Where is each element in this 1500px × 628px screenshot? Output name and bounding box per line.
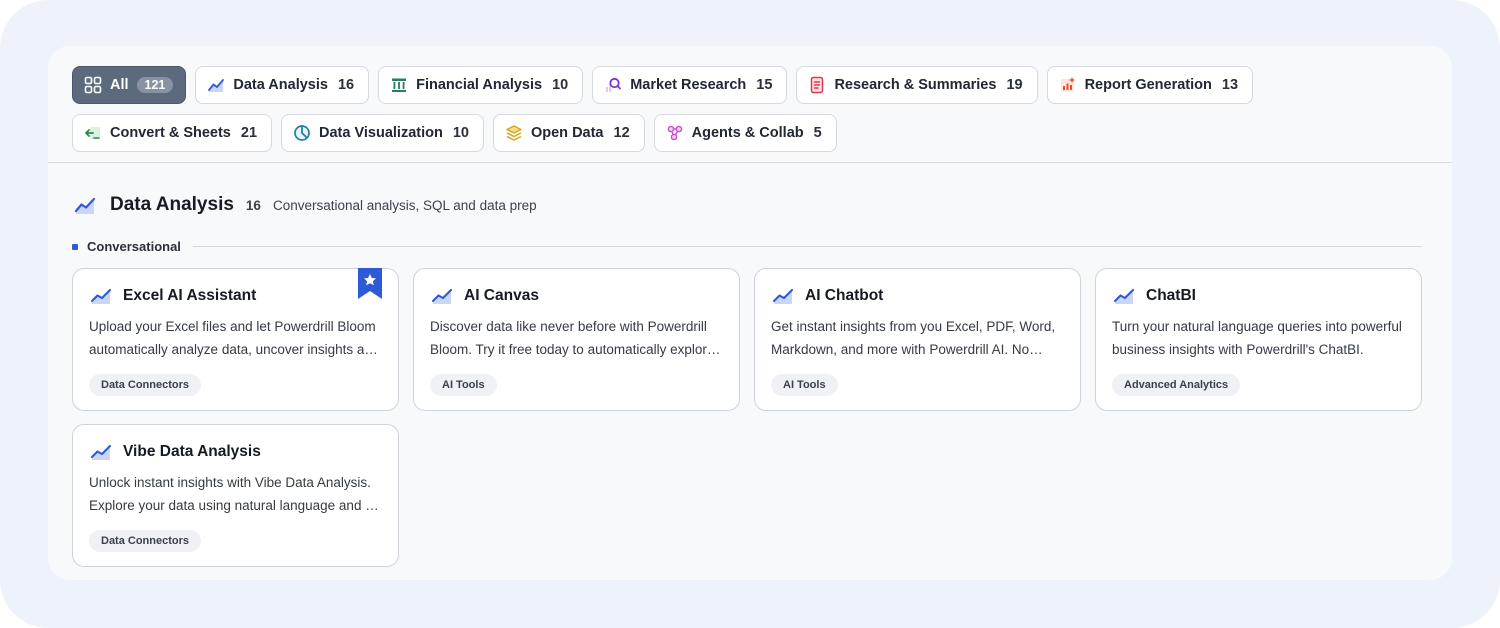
card-header: AI Canvas xyxy=(431,287,539,305)
page-background: All 121 Data Analysis 16 Financial Analy… xyxy=(0,0,1500,628)
trend-chart-icon xyxy=(431,288,453,304)
filter-count: 16 xyxy=(337,77,355,93)
filter-count: 5 xyxy=(813,125,822,141)
card-title: Vibe Data Analysis xyxy=(123,443,261,460)
template-card[interactable]: AI Chatbot Get instant insights from you… xyxy=(754,268,1081,411)
filter-chip-convert-sheets[interactable]: Convert & Sheets 21 xyxy=(72,114,273,152)
filter-count: 121 xyxy=(136,77,174,93)
stack-icon xyxy=(506,125,522,141)
filter-count: 15 xyxy=(756,77,773,93)
card-title: AI Chatbot xyxy=(805,287,884,304)
filter-row-2: Convert & Sheets 21 Data Visualization 1… xyxy=(72,114,1432,152)
filters-divider xyxy=(48,162,1452,163)
filter-chip-open-data[interactable]: Open Data 12 xyxy=(492,114,645,152)
template-card[interactable]: Excel AI Assistant Upload your Excel fil… xyxy=(72,268,399,411)
report-chart-icon xyxy=(1060,77,1075,92)
section-title: Data Analysis xyxy=(110,194,234,215)
filter-label: Research & Summaries xyxy=(834,77,997,93)
section-count: 16 xyxy=(245,197,261,213)
filter-count: 10 xyxy=(452,125,469,141)
templates-panel: All 121 Data Analysis 16 Financial Analy… xyxy=(48,46,1452,580)
trend-chart-icon xyxy=(90,288,112,304)
section-description: Conversational analysis, SQL and data pr… xyxy=(272,197,537,213)
card-description: Upload your Excel files and let Powerdri… xyxy=(89,319,380,357)
filter-label: All xyxy=(110,77,129,93)
card-description: Discover data like never before with Pow… xyxy=(430,319,715,357)
document-icon xyxy=(811,76,824,94)
network-icon xyxy=(667,125,682,141)
filter-label: Convert & Sheets xyxy=(110,125,231,141)
filter-label: Market Research xyxy=(630,77,747,93)
card-tag: AI Tools xyxy=(430,374,497,396)
card-tag: Advanced Analytics xyxy=(1112,374,1241,396)
card-header: ChatBI xyxy=(1113,287,1196,305)
card-description: Unlock instant insights with Vibe Data A… xyxy=(89,475,384,513)
card-title: Excel AI Assistant xyxy=(123,287,257,304)
pie-icon xyxy=(294,125,310,141)
filter-label: Data Visualization xyxy=(319,125,443,141)
convert-icon xyxy=(85,127,100,139)
filter-count: 10 xyxy=(552,77,569,93)
card-tag: Data Connectors xyxy=(89,374,202,396)
filter-count: 19 xyxy=(1006,77,1023,93)
card-tag: AI Tools xyxy=(771,374,838,396)
filter-chip-report-generation[interactable]: Report Generation 13 xyxy=(1046,66,1254,104)
filter-chip-market-research[interactable]: Market Research 15 xyxy=(592,66,788,104)
filter-label: Open Data xyxy=(530,125,604,141)
trend-chart-icon xyxy=(208,79,225,92)
card-title: AI Canvas xyxy=(464,287,539,304)
template-card[interactable]: Vibe Data Analysis Unlock instant insigh… xyxy=(72,424,399,567)
filter-count: 12 xyxy=(613,125,630,141)
trend-chart-icon xyxy=(90,444,112,460)
trend-chart-icon xyxy=(74,197,96,214)
template-card[interactable]: ChatBI Turn your natural language querie… xyxy=(1095,268,1422,411)
filter-chip-research-summaries[interactable]: Research & Summaries 19 xyxy=(796,66,1038,104)
trend-chart-icon xyxy=(772,288,794,304)
card-header: AI Chatbot xyxy=(772,287,883,305)
section-header: Data Analysis 16 Conversational analysis… xyxy=(74,194,537,216)
card-header: Vibe Data Analysis xyxy=(90,443,261,461)
filter-chip-all[interactable]: All 121 xyxy=(72,66,187,104)
filter-chip-data-visualization[interactable]: Data Visualization 10 xyxy=(281,114,484,152)
filter-label: Data Analysis xyxy=(233,77,328,93)
subsection-label: Conversational xyxy=(87,239,181,254)
filter-row-1: All 121 Data Analysis 16 Financial Analy… xyxy=(72,66,1432,104)
filter-label: Report Generation xyxy=(1084,77,1212,93)
card-title: ChatBI xyxy=(1146,287,1196,304)
trend-chart-icon xyxy=(1113,288,1135,304)
template-card[interactable]: AI Canvas Discover data like never befor… xyxy=(413,268,740,411)
magnifier-chart-icon xyxy=(606,77,622,92)
card-tag: Data Connectors xyxy=(89,530,202,552)
filter-chip-agents-collab[interactable]: Agents & Collab 5 xyxy=(653,114,837,152)
filter-label: Agents & Collab xyxy=(691,125,804,141)
filter-label: Financial Analysis xyxy=(416,77,543,93)
subsection-divider xyxy=(192,246,1422,247)
filter-count: 21 xyxy=(240,125,258,141)
filter-count: 13 xyxy=(1221,77,1239,93)
bank-icon xyxy=(392,78,407,92)
subsection-header: Conversational xyxy=(72,239,1422,254)
card-description: Turn your natural language queries into … xyxy=(1112,319,1402,357)
card-description: Get instant insights from you Excel, PDF… xyxy=(771,319,1056,357)
category-filters: All 121 Data Analysis 16 Financial Analy… xyxy=(72,66,1432,162)
featured-bookmark-icon xyxy=(358,268,382,299)
filter-chip-financial-analysis[interactable]: Financial Analysis 10 xyxy=(378,66,584,104)
card-header: Excel AI Assistant xyxy=(90,287,256,305)
subsection-marker xyxy=(72,243,78,250)
grid-icon xyxy=(84,76,102,94)
filter-chip-data-analysis[interactable]: Data Analysis 16 xyxy=(195,66,370,104)
